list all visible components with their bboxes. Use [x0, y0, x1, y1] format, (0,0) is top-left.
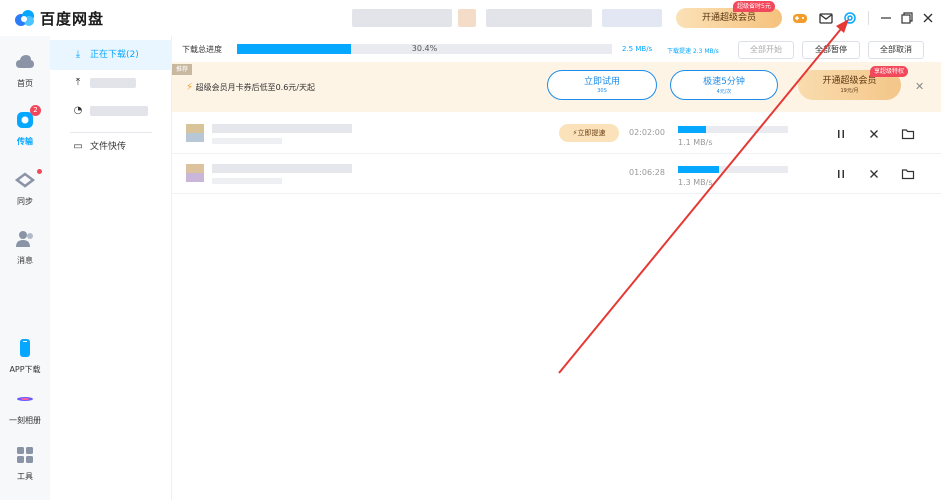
try-now-label: 立即试用: [583, 77, 620, 87]
left-navigation: 首页 2 传输 同步 消息 APP下载 一刻相册 工具: [0, 36, 50, 500]
download-icon: ⤓: [75, 49, 81, 60]
nav-label-app-download: APP下载: [9, 365, 41, 374]
promo-tag: 推荐: [172, 64, 193, 75]
subnav-downloading-label: 正在下载(2): [90, 50, 139, 60]
row-progress-track: [678, 126, 788, 133]
blurred-file-size: [212, 138, 282, 144]
subnav-completed[interactable]: ◔: [50, 96, 172, 126]
app-window: 百度网盘 开通超级会员 超级省时5元 首页 2 传输 同步 消息 APP下载 一…: [0, 0, 941, 500]
file-thumbnail-icon: [186, 124, 204, 142]
title-bar: 百度网盘 开通超级会员 超级省时5元: [0, 0, 941, 36]
promo-vip-sub: 19元/月: [840, 88, 859, 94]
total-speed: 2.5 MB/s: [622, 45, 653, 53]
row-progress-track: [678, 166, 788, 173]
titlebar-divider: [868, 11, 869, 25]
settings-gear-icon[interactable]: [842, 10, 858, 26]
nav-label-home: 首页: [17, 79, 33, 88]
blurred-level: [602, 9, 662, 27]
sync-icon: [14, 172, 36, 188]
blurred-username: [486, 9, 592, 27]
transfer-subnav: ⤓ 正在下载(2) ⤒ ◔ ▭ 文件快传: [50, 36, 172, 500]
transfer-count-badge: 2: [30, 105, 41, 116]
row-speed: 1.3 MB/s: [678, 178, 713, 187]
nav-item-transfer[interactable]: 2 传输: [0, 105, 50, 147]
close-window-icon[interactable]: [920, 10, 936, 26]
nav-item-messages[interactable]: 消息: [0, 230, 50, 266]
blurred-subnav-label: [90, 78, 136, 88]
speed-5min-sub: 4元/次: [716, 89, 732, 95]
sync-notification-dot: [37, 169, 42, 174]
download-row[interactable]: ⚡立即提速 02:02:00 1.1 MB/s: [172, 114, 941, 154]
remaining-time: 01:06:28: [629, 168, 665, 177]
cancel-icon[interactable]: [867, 127, 881, 141]
remaining-time: 02:02:00: [629, 128, 665, 137]
nav-label-sync: 同步: [17, 197, 33, 206]
row-progress-fill: [678, 126, 706, 133]
download-row[interactable]: 01:06:28 1.3 MB/s: [172, 154, 941, 194]
blurred-avatar: [458, 9, 476, 27]
promo-vip-tag: 享超级特权: [870, 66, 909, 77]
blurred-file-size: [212, 178, 282, 184]
promo-close-icon[interactable]: ✕: [915, 80, 924, 93]
minimize-icon[interactable]: [878, 10, 894, 26]
accelerate-label: 立即提速: [577, 129, 606, 137]
speed-5min-label: 极速5分钟: [703, 77, 745, 87]
speed-boost-text: 下载提速 2.3 MB/s: [667, 48, 719, 55]
file-thumbnail-icon: [186, 164, 204, 182]
row-progress-fill: [678, 166, 719, 173]
nav-label-transfer: 传输: [17, 137, 33, 146]
blurred-subnav-label: [90, 106, 148, 116]
nav-item-album[interactable]: 一刻相册: [0, 390, 50, 426]
upload-icon: ⤒: [75, 77, 81, 88]
total-progress-label: 下载总进度: [182, 45, 222, 54]
row-speed: 1.1 MB/s: [678, 138, 713, 147]
pause-icon[interactable]: [834, 167, 848, 181]
vip-promo-tag: 超级省时5元: [733, 1, 775, 12]
cancel-all-button[interactable]: 全部取消: [868, 41, 924, 59]
pause-all-button[interactable]: 全部暂停: [802, 41, 860, 59]
nav-label-messages: 消息: [17, 256, 33, 265]
pause-icon[interactable]: [834, 127, 848, 141]
monitor-icon: ▭: [73, 141, 83, 152]
folder-icon[interactable]: [901, 127, 915, 141]
promo-text-label: 超级会员月卡券后低至0.6元/天起: [195, 83, 315, 92]
app-title: 百度网盘: [40, 10, 105, 28]
blurred-account-info: [352, 9, 452, 27]
cloud-icon: [16, 55, 34, 68]
cancel-icon[interactable]: [867, 167, 881, 181]
download-content: 下载总进度 30.4% 2.5 MB/s 下载提速 2.3 MB/s 全部开始 …: [172, 36, 941, 500]
folder-icon[interactable]: [901, 167, 915, 181]
try-now-sub: 30S: [597, 88, 607, 94]
subnav-quick-transfer-label: 文件快传: [90, 142, 127, 152]
blurred-file-name: [212, 164, 352, 173]
promo-banner: 推荐 ⚡ 超级会员月卡券后低至0.6元/天起 立即试用 30S 极速5分钟 4元…: [172, 62, 941, 112]
phone-icon: [20, 339, 30, 357]
tools-icon: [17, 447, 33, 463]
game-controller-icon[interactable]: [792, 10, 808, 26]
check-circle-icon: ◔: [73, 105, 83, 116]
nav-item-tools[interactable]: 工具: [0, 446, 50, 482]
nav-item-home[interactable]: 首页: [0, 53, 50, 89]
nav-item-sync[interactable]: 同步: [0, 169, 50, 207]
nav-label-album: 一刻相册: [9, 416, 41, 425]
total-progress-bar: 下载总进度 30.4% 2.5 MB/s 下载提速 2.3 MB/s 全部开始 …: [172, 36, 941, 62]
blurred-file-name: [212, 124, 352, 133]
nav-label-tools: 工具: [17, 472, 33, 481]
subnav-downloading[interactable]: ⤓ 正在下载(2): [50, 40, 172, 70]
accelerate-button[interactable]: ⚡立即提速: [559, 124, 619, 142]
promo-text: ⚡ 超级会员月卡券后低至0.6元/天起: [186, 82, 315, 93]
start-all-button[interactable]: 全部开始: [738, 41, 794, 59]
total-progress-percent: 30.4%: [411, 44, 438, 53]
users-icon: [16, 231, 33, 247]
mail-icon[interactable]: [818, 10, 834, 26]
restore-window-icon[interactable]: [899, 10, 915, 26]
lightning-icon: ⚡: [186, 82, 194, 93]
album-icon: [17, 397, 33, 401]
subnav-quick-transfer[interactable]: ▭ 文件快传: [50, 132, 172, 162]
try-now-button[interactable]: 立即试用 30S: [547, 70, 657, 100]
subnav-uploading[interactable]: ⤒: [50, 68, 172, 98]
nav-item-app-download[interactable]: APP下载: [0, 339, 50, 375]
baidu-netdisk-logo-icon: [15, 10, 34, 26]
speed-5min-button[interactable]: 极速5分钟 4元/次: [670, 70, 778, 100]
